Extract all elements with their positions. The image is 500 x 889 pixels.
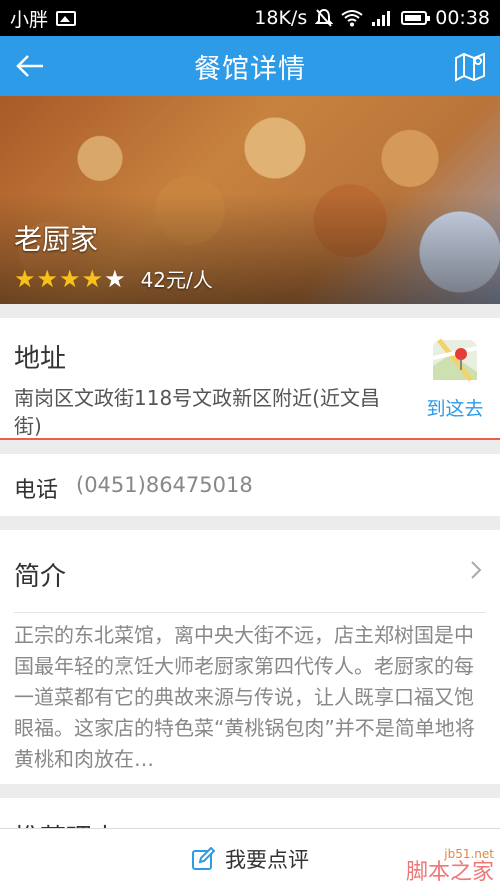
navigate-label: 到这去: [426, 398, 484, 420]
status-time: 00:38: [435, 7, 490, 29]
restaurant-photo: 老厨家 ★ ★ ★ ★ ★ 42元/人: [0, 96, 500, 304]
intro-text: 正宗的东北菜馆，离中央大街不远，店主郑树国是中国最年轻的烹饪大师老厨家第四代传人…: [14, 623, 475, 771]
network-speed: 18K/s: [254, 7, 308, 29]
address-text: 南岗区文政街118号文政新区附近(近文昌街): [14, 386, 380, 438]
map-icon[interactable]: [454, 50, 486, 82]
address-section: 地址 南岗区文政街118号文政新区附近(近文昌街) 到这去: [0, 318, 500, 440]
battery-icon: [401, 11, 431, 25]
phone-number[interactable]: (0451)86475018: [76, 473, 253, 497]
status-bar: 小胖 18K/s 00:38: [0, 0, 500, 36]
watermark-site: 脚本之家: [405, 860, 494, 885]
arrow-left-icon[interactable]: [14, 50, 46, 82]
mute-icon: [315, 8, 334, 27]
watermark: jb51.net 脚本之家: [406, 847, 494, 885]
wifi-icon: [341, 10, 363, 27]
star-icon: ★: [14, 264, 36, 293]
app-bar: 餐馆详情: [0, 36, 500, 96]
signal-icon: [372, 11, 391, 26]
price-per-person: 42元/人: [140, 268, 213, 292]
map-pin-icon: [432, 338, 478, 382]
gallery-notification-icon: [56, 10, 77, 26]
edit-icon: [192, 847, 215, 870]
address-heading: 地址: [14, 344, 67, 374]
restaurant-name: 老厨家: [14, 223, 99, 256]
divider: [14, 612, 486, 613]
navigate-button[interactable]: 到这去: [424, 336, 486, 421]
star-icon: ★: [59, 264, 81, 293]
page-title: 餐馆详情: [194, 53, 306, 85]
phone-label: 电话: [14, 478, 59, 503]
star-icon: ★: [36, 264, 59, 293]
rating-row: ★ ★ ★ ★ ★ 42元/人: [14, 264, 213, 293]
chevron-right-icon[interactable]: [468, 560, 484, 580]
star-icon: ★: [81, 264, 104, 293]
phone-section[interactable]: 电话 (0451)86475018: [0, 454, 500, 516]
intro-section[interactable]: 简介 正宗的东北菜馆，离中央大街不远，店主郑树国是中国最年轻的烹饪大师老厨家第四…: [0, 530, 500, 784]
status-carrier: 小胖: [10, 8, 49, 31]
address-underline: [0, 438, 500, 440]
watermark-url: jb51.net: [444, 847, 494, 861]
star-icon: ★: [104, 264, 126, 293]
intro-heading: 简介: [14, 562, 67, 592]
write-review-label: 我要点评: [225, 848, 309, 872]
